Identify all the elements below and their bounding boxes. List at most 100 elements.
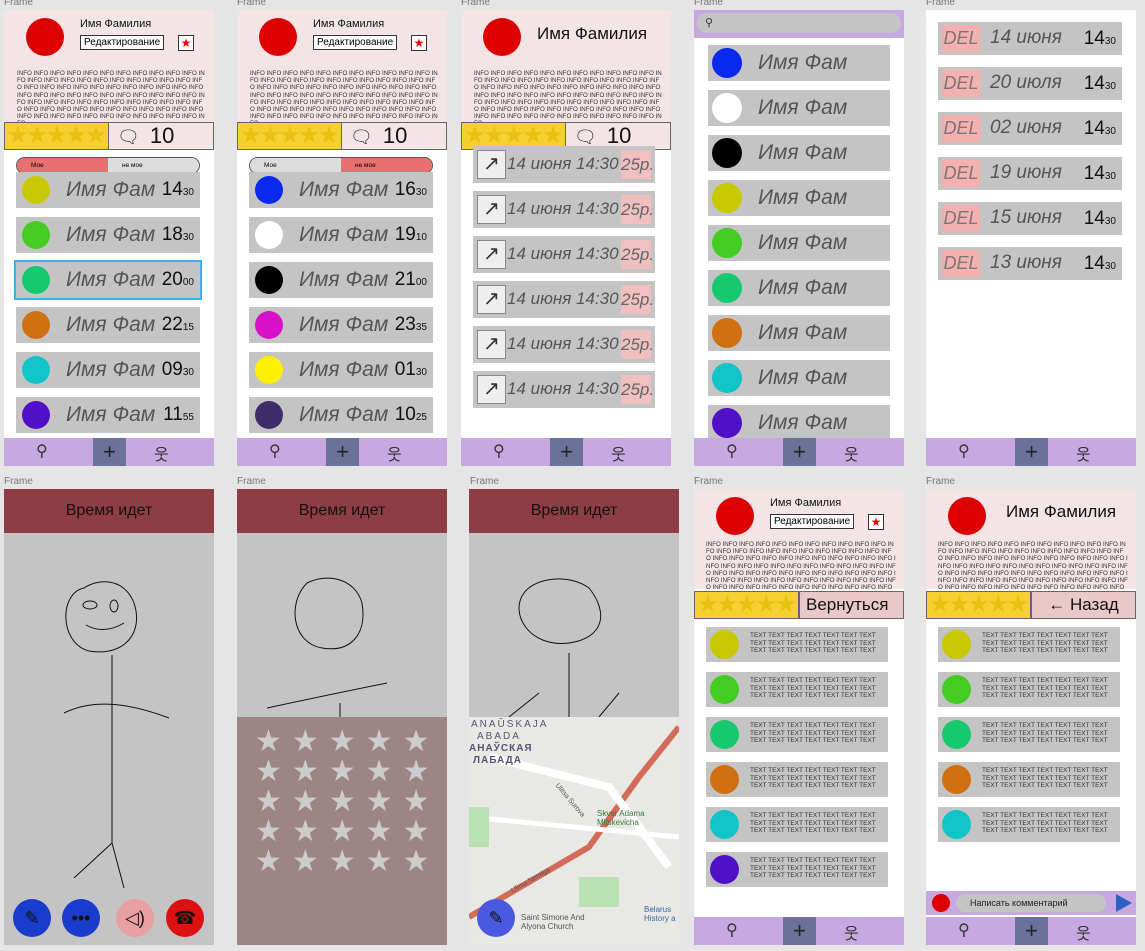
schedule-row[interactable]: DEL 13 июня 1430 <box>938 247 1122 280</box>
toggle-mine[interactable]: Мое <box>250 158 341 173</box>
list-item[interactable]: Имя Фам <box>708 180 890 216</box>
review-row[interactable]: TEXT TEXT TEXT TEXT TEXT TEXT TEXT TEXT … <box>938 717 1120 752</box>
review-row[interactable]: TEXT TEXT TEXT TEXT TEXT TEXT TEXT TEXT … <box>706 627 888 662</box>
star-row[interactable]: ★★★★★ <box>255 817 429 847</box>
list-item[interactable]: Имя Фам 2100 <box>249 262 433 298</box>
task-row[interactable]: ↗ 14 июня 14:30 25р. <box>473 371 655 408</box>
avatar[interactable] <box>948 497 986 535</box>
list-item[interactable]: Имя Фам 1155 <box>16 397 200 433</box>
rating-stars[interactable]: ★★★★★ <box>927 592 1031 618</box>
review-row[interactable]: TEXT TEXT TEXT TEXT TEXT TEXT TEXT TEXT … <box>706 852 888 887</box>
list-item[interactable]: Имя Фам 0930 <box>16 352 200 388</box>
list-item[interactable]: Имя Фам <box>708 225 890 261</box>
comments-count[interactable]: 🗨 10 <box>344 123 446 149</box>
star-row[interactable]: ★★★★★ <box>255 727 429 757</box>
toggle-not-mine[interactable]: не мое <box>108 158 199 173</box>
rating-stars[interactable]: ★★★★★ <box>695 592 799 618</box>
star-row[interactable]: ★★★★★ <box>255 757 429 787</box>
delete-button[interactable]: DEL <box>942 70 980 97</box>
plus-icon[interactable]: + <box>783 438 816 466</box>
list-item[interactable]: Имя Фам 2000 <box>14 260 202 300</box>
list-item[interactable]: Имя Фам 1830 <box>16 217 200 253</box>
list-item[interactable]: Имя Фам 0130 <box>249 352 433 388</box>
schedule-row[interactable]: DEL 14 июня 1430 <box>938 22 1122 55</box>
avatar[interactable] <box>716 497 754 535</box>
review-row[interactable]: TEXT TEXT TEXT TEXT TEXT TEXT TEXT TEXT … <box>938 627 1120 662</box>
schedule-row[interactable]: DEL 02 июня 1430 <box>938 112 1122 145</box>
delete-button[interactable]: DEL <box>942 25 980 52</box>
plus-icon[interactable]: + <box>1015 438 1048 466</box>
chat-icon[interactable]: ••• <box>62 899 100 937</box>
task-row[interactable]: ↗ 14 июня 14:30 25р. <box>473 326 655 363</box>
plus-icon[interactable]: + <box>783 917 816 945</box>
comments-count[interactable]: 🗨 10 <box>111 123 213 149</box>
review-row[interactable]: TEXT TEXT TEXT TEXT TEXT TEXT TEXT TEXT … <box>938 672 1120 707</box>
review-row[interactable]: TEXT TEXT TEXT TEXT TEXT TEXT TEXT TEXT … <box>706 762 888 797</box>
search-icon[interactable]: ⚲ <box>36 441 48 461</box>
plus-icon[interactable]: + <box>326 438 359 466</box>
rating-star-grid[interactable]: ★★★★★ ★★★★★ ★★★★★ ★★★★★ ★★★★★ <box>237 717 447 945</box>
comment-input[interactable]: Написать комментарий <box>956 894 1106 912</box>
search-icon[interactable]: ⚲ <box>493 441 505 461</box>
list-item[interactable]: Имя Фам <box>708 360 890 396</box>
list-item[interactable]: Имя Фам 1430 <box>16 172 200 208</box>
speaker-icon[interactable]: ◁) <box>116 899 154 937</box>
pencil-icon[interactable]: ✎ <box>477 899 515 937</box>
edit-button[interactable]: Редактирование <box>770 514 855 529</box>
toggle-mine[interactable]: Мое <box>17 158 108 173</box>
search-icon[interactable]: ⚲ <box>958 441 970 461</box>
plus-icon[interactable]: + <box>1015 917 1048 945</box>
review-row[interactable]: TEXT TEXT TEXT TEXT TEXT TEXT TEXT TEXT … <box>706 807 888 842</box>
person-icon[interactable]: 웃 <box>1076 441 1091 465</box>
task-row[interactable]: ↗ 14 июня 14:30 25р. <box>473 281 655 318</box>
favorite-star-icon[interactable]: ★ <box>868 514 884 530</box>
list-item[interactable]: Имя Фам 2215 <box>16 307 200 343</box>
delete-button[interactable]: DEL <box>942 205 980 232</box>
delete-button[interactable]: DEL <box>942 115 980 142</box>
delete-button[interactable]: DEL <box>942 250 980 277</box>
rating-stars[interactable]: ★★★★★ <box>238 123 342 149</box>
review-row[interactable]: TEXT TEXT TEXT TEXT TEXT TEXT TEXT TEXT … <box>938 762 1120 797</box>
plus-icon[interactable]: + <box>550 438 583 466</box>
send-icon[interactable] <box>1116 894 1132 912</box>
back-button[interactable]: Вернуться <box>799 592 903 618</box>
avatar[interactable] <box>483 18 521 56</box>
list-item[interactable]: Имя Фам <box>708 270 890 306</box>
list-item[interactable]: Имя Фам <box>708 135 890 171</box>
search-input[interactable]: ⚲ <box>697 13 901 33</box>
search-icon[interactable]: ⚲ <box>726 920 738 940</box>
favorite-star-icon[interactable]: ★ <box>411 35 427 51</box>
pencil-icon[interactable]: ✎ <box>13 899 51 937</box>
hangup-icon[interactable]: ☎ <box>166 899 204 937</box>
list-item[interactable]: Имя Фам 1025 <box>249 397 433 433</box>
review-row[interactable]: TEXT TEXT TEXT TEXT TEXT TEXT TEXT TEXT … <box>706 717 888 752</box>
person-icon[interactable]: 웃 <box>611 441 626 465</box>
delete-button[interactable]: DEL <box>942 160 980 187</box>
list-item[interactable]: Имя Фам <box>708 90 890 126</box>
person-icon[interactable]: 웃 <box>387 441 402 465</box>
person-icon[interactable]: 웃 <box>844 441 859 465</box>
schedule-row[interactable]: DEL 15 июня 1430 <box>938 202 1122 235</box>
map-view[interactable]: ANAŬSKAJA ABADA АНАЎСКАЯ ЛАБАДА Skver Ad… <box>469 717 679 945</box>
favorite-star-icon[interactable]: ★ <box>178 35 194 51</box>
person-icon[interactable]: 웃 <box>154 441 169 465</box>
list-item[interactable]: Имя Фам 1630 <box>249 172 433 208</box>
edit-button[interactable]: Редактирование <box>313 35 398 50</box>
schedule-row[interactable]: DEL 19 июня 1430 <box>938 157 1122 190</box>
star-row[interactable]: ★★★★★ <box>255 787 429 817</box>
back-button[interactable]: ← Назад <box>1031 592 1135 618</box>
task-row[interactable]: ↗ 14 июня 14:30 25р. <box>473 146 655 183</box>
avatar[interactable] <box>26 18 64 56</box>
rating-stars[interactable]: ★★★★★ <box>5 123 109 149</box>
star-row[interactable]: ★★★★★ <box>255 847 429 877</box>
search-icon[interactable]: ⚲ <box>726 441 738 461</box>
avatar[interactable] <box>259 18 297 56</box>
task-row[interactable]: ↗ 14 июня 14:30 25р. <box>473 191 655 228</box>
search-icon[interactable]: ⚲ <box>269 441 281 461</box>
list-item[interactable]: Имя Фам 2335 <box>249 307 433 343</box>
schedule-row[interactable]: DEL 20 июля 1430 <box>938 67 1122 100</box>
list-item[interactable]: Имя Фам 1910 <box>249 217 433 253</box>
toggle-not-mine[interactable]: не мое <box>341 158 432 173</box>
drawing-canvas[interactable] <box>4 533 214 945</box>
plus-icon[interactable]: + <box>93 438 126 466</box>
